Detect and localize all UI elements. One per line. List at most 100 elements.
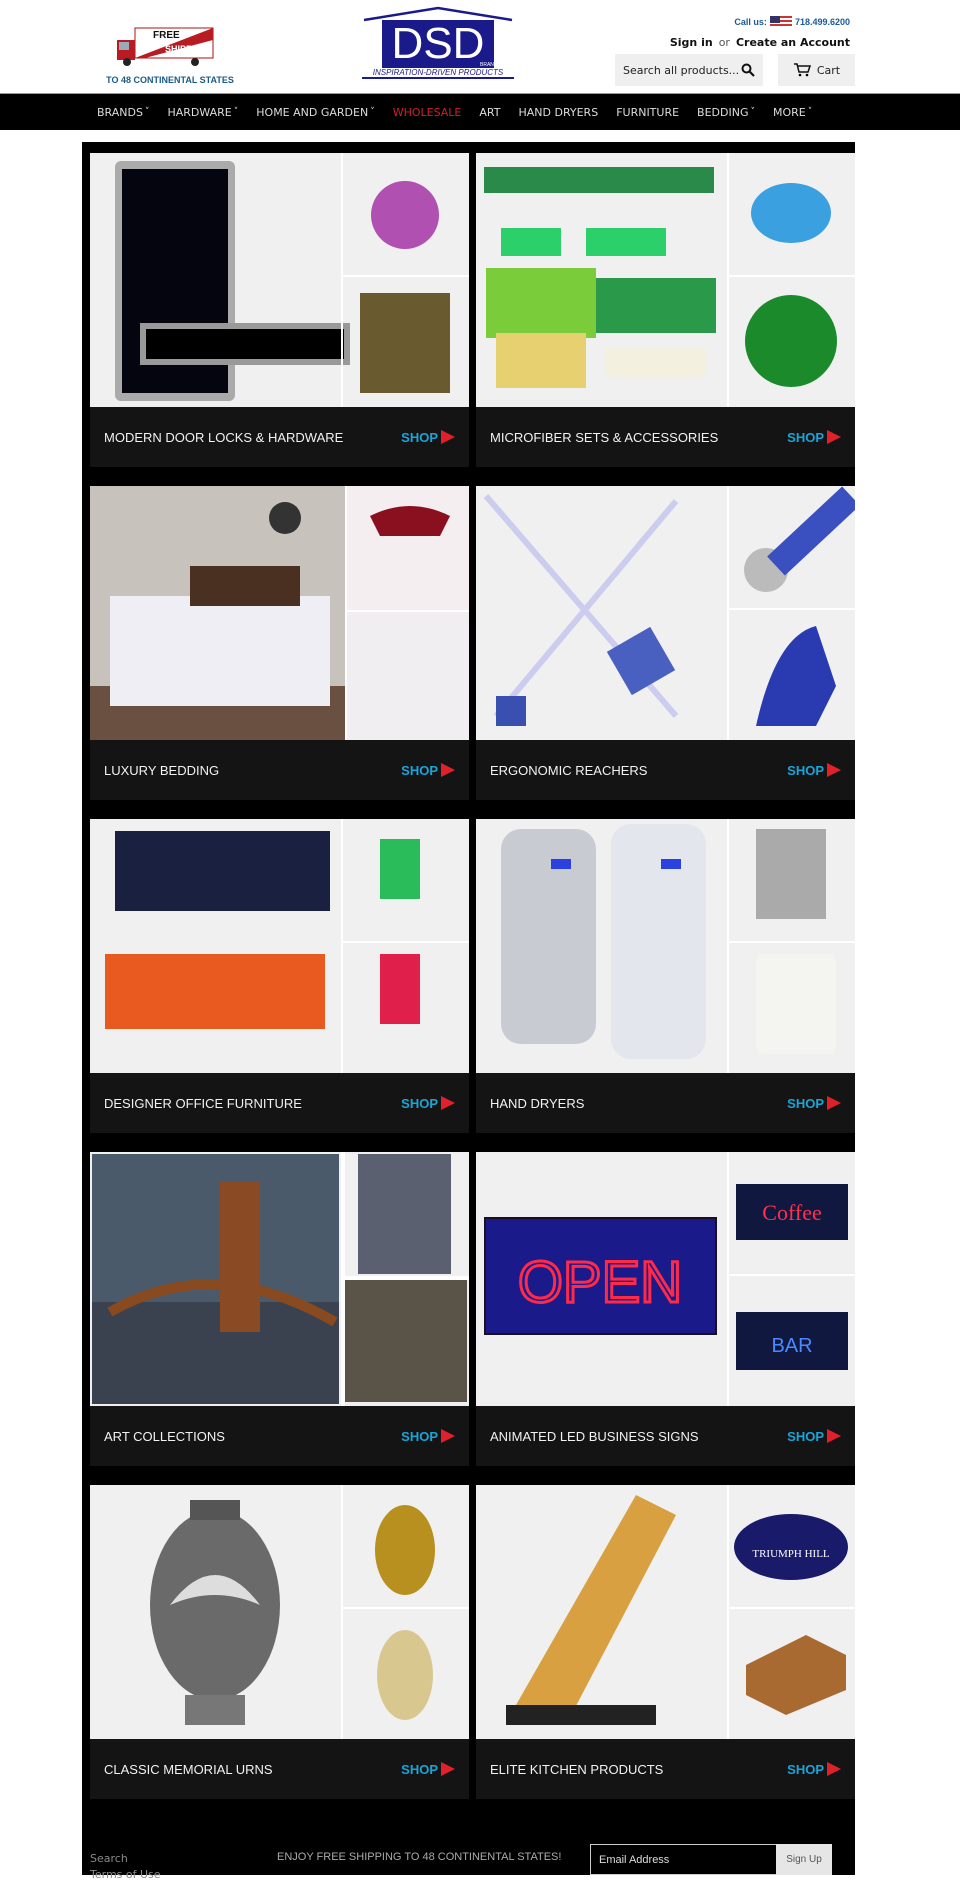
nav-item-hardware[interactable]: HARDWARE	[167, 106, 231, 119]
category-caption[interactable]: ART COLLECTIONS SHOP	[90, 1406, 469, 1466]
nav-item-home-and-garden[interactable]: HOME AND GARDEN	[256, 106, 368, 119]
category-title: MICROFIBER SETS & ACCESSORIES	[490, 429, 719, 445]
category-caption[interactable]: MODERN DOOR LOCKS & HARDWARE SHOP	[90, 407, 469, 467]
nav-item-brands[interactable]: BRANDS	[97, 106, 143, 119]
category-caption[interactable]: ANIMATED LED BUSINESS SIGNS SHOP	[476, 1406, 855, 1466]
category-image[interactable]	[90, 153, 469, 407]
shop-link[interactable]: SHOP	[401, 763, 455, 778]
chevron-down-icon: ˅	[144, 107, 150, 117]
category-tile-modern-door-locks-hardware[interactable]: MODERN DOOR LOCKS & HARDWARE SHOP	[90, 153, 469, 467]
shop-link[interactable]: SHOP	[401, 1762, 455, 1777]
category-caption[interactable]: DESIGNER OFFICE FURNITURE SHOP	[90, 1073, 469, 1133]
nav-item-bedding[interactable]: BEDDING	[697, 106, 748, 119]
category-caption[interactable]: CLASSIC MEMORIAL URNS SHOP	[90, 1739, 469, 1799]
category-tile-ergonomic-reachers[interactable]: ERGONOMIC REACHERS SHOP	[476, 486, 855, 800]
free-shipping-badge[interactable]: FREE SHIPPING TO 48 CONTINENTAL STATES	[105, 26, 234, 86]
search-input[interactable]: Search all products...	[615, 54, 763, 86]
category-image[interactable]	[476, 153, 855, 407]
category-tile-elite-kitchen-products[interactable]: TRIUMPH HILL ELITE KITCHEN PRODUCTS SHOP	[476, 1485, 855, 1799]
chevron-down-icon: ˅	[807, 107, 813, 117]
arrow-right-icon	[441, 1429, 455, 1443]
truck-icon: FREE SHIPPING	[117, 27, 214, 66]
category-title: MODERN DOOR LOCKS & HARDWARE	[104, 429, 344, 445]
category-image[interactable]	[90, 1152, 469, 1406]
footer-promo: ENJOY FREE SHIPPING TO 48 CONTINENTAL ST…	[277, 1851, 562, 1863]
category-title: ANIMATED LED BUSINESS SIGNS	[490, 1428, 699, 1444]
category-grid: MODERN DOOR LOCKS & HARDWARE SHOP MICROFIB…	[82, 142, 855, 1875]
chevron-down-icon: ˅	[233, 107, 239, 117]
chevron-down-icon: ˅	[750, 107, 755, 117]
site-header: FREE SHIPPING TO 48 CONTINENTAL STATES D…	[0, 0, 960, 93]
category-caption[interactable]: ELITE KITCHEN PRODUCTS SHOP	[476, 1739, 855, 1799]
us-flag-icon	[769, 16, 792, 28]
footer-links: Search Terms of Use	[90, 1851, 161, 1883]
sign-in-link[interactable]: Sign in	[670, 36, 713, 49]
svg-text:DSD: DSD	[392, 19, 485, 68]
category-title: LUXURY BEDDING	[104, 762, 220, 778]
shop-link[interactable]: SHOP	[787, 430, 841, 445]
cart-icon	[793, 63, 811, 77]
category-tile-designer-office-furniture[interactable]: DESIGNER OFFICE FURNITURE SHOP	[90, 819, 469, 1133]
category-title: HAND DRYERS	[490, 1095, 585, 1111]
shop-link[interactable]: SHOP	[401, 1096, 455, 1111]
svg-text:Coffee: Coffee	[762, 1200, 821, 1225]
cart-button[interactable]: Cart	[778, 54, 855, 86]
nav-item-wholesale[interactable]: WHOLESALE	[393, 106, 462, 119]
create-account-link[interactable]: Create an Account	[736, 36, 850, 49]
shop-link[interactable]: SHOP	[401, 1429, 455, 1444]
arrow-right-icon	[441, 1762, 455, 1776]
category-tile-luxury-bedding[interactable]: LUXURY BEDDING SHOP	[90, 486, 469, 800]
category-title: ELITE KITCHEN PRODUCTS	[490, 1761, 664, 1777]
site-logo[interactable]: DSD BRANDS INSPIRATION-DRIVEN PRODUCTS	[362, 6, 514, 86]
category-caption[interactable]: HAND DRYERS SHOP	[476, 1073, 855, 1133]
nav-item-furniture[interactable]: FURNITURE	[616, 106, 679, 119]
svg-text:BAR: BAR	[771, 1335, 812, 1357]
arrow-right-icon	[441, 1096, 455, 1110]
category-title: ERGONOMIC REACHERS	[490, 762, 648, 778]
arrow-right-icon	[827, 1096, 841, 1110]
chevron-down-icon: ˅	[370, 107, 375, 117]
category-caption[interactable]: ERGONOMIC REACHERS SHOP	[476, 740, 855, 800]
category-image[interactable]: OPEN Coffee BAR	[476, 1152, 855, 1406]
category-tile-hand-dryers[interactable]: HAND DRYERS SHOP	[476, 819, 855, 1133]
nav-item-hand-dryers[interactable]: HAND DRYERS	[518, 106, 598, 119]
category-tile-art-collections[interactable]: ART COLLECTIONS SHOP	[90, 1152, 469, 1466]
arrow-right-icon	[827, 1762, 841, 1776]
svg-text:SHIPPING: SHIPPING	[165, 44, 208, 54]
category-tile-microfiber-sets-accessories[interactable]: MICROFIBER SETS & ACCESSORIES SHOP	[476, 153, 855, 467]
shop-link[interactable]: SHOP	[401, 430, 455, 445]
nav-item-more[interactable]: MORE	[773, 106, 806, 119]
category-image[interactable]	[90, 1485, 469, 1739]
shop-link[interactable]: SHOP	[787, 1096, 841, 1111]
category-image[interactable]: TRIUMPH HILL	[476, 1485, 855, 1739]
category-tile-animated-led-business-signs[interactable]: OPEN Coffee BAR ANIMATED LED BUSINESS SIGNS…	[476, 1152, 855, 1466]
category-title: ART COLLECTIONS	[104, 1428, 225, 1444]
category-image[interactable]	[476, 486, 855, 740]
category-caption[interactable]: LUXURY BEDDING SHOP	[90, 740, 469, 800]
footer-link-search[interactable]: Search	[90, 1851, 161, 1867]
arrow-right-icon	[441, 430, 455, 444]
newsletter-email-input[interactable]: Email Address	[590, 1844, 776, 1875]
account-links: Sign in or Create an Account	[669, 36, 850, 49]
category-image[interactable]	[90, 819, 469, 1073]
category-image[interactable]	[476, 819, 855, 1073]
arrow-right-icon	[441, 763, 455, 777]
svg-text:OPEN: OPEN	[518, 1250, 682, 1315]
call-us[interactable]: Call us: 718.499.6200	[734, 16, 850, 28]
shop-link[interactable]: SHOP	[787, 1429, 841, 1444]
arrow-right-icon	[827, 430, 841, 444]
category-title: DESIGNER OFFICE FURNITURE	[104, 1095, 302, 1111]
svg-text:FREE: FREE	[153, 30, 180, 41]
dsd-logo-mark: DSD BRANDS	[363, 6, 513, 68]
newsletter-signup-button[interactable]: Sign Up	[776, 1844, 832, 1875]
search-icon[interactable]	[741, 63, 755, 77]
shop-link[interactable]: SHOP	[787, 1762, 841, 1777]
category-caption[interactable]: MICROFIBER SETS & ACCESSORIES SHOP	[476, 407, 855, 467]
footer-link-terms[interactable]: Terms of Use	[90, 1867, 161, 1883]
shop-link[interactable]: SHOP	[787, 763, 841, 778]
svg-text:TRIUMPH HILL: TRIUMPH HILL	[752, 1548, 830, 1560]
nav-item-art[interactable]: ART	[479, 106, 500, 119]
category-title: CLASSIC MEMORIAL URNS	[104, 1761, 273, 1777]
category-tile-classic-memorial-urns[interactable]: CLASSIC MEMORIAL URNS SHOP	[90, 1485, 469, 1799]
category-image[interactable]	[90, 486, 469, 740]
